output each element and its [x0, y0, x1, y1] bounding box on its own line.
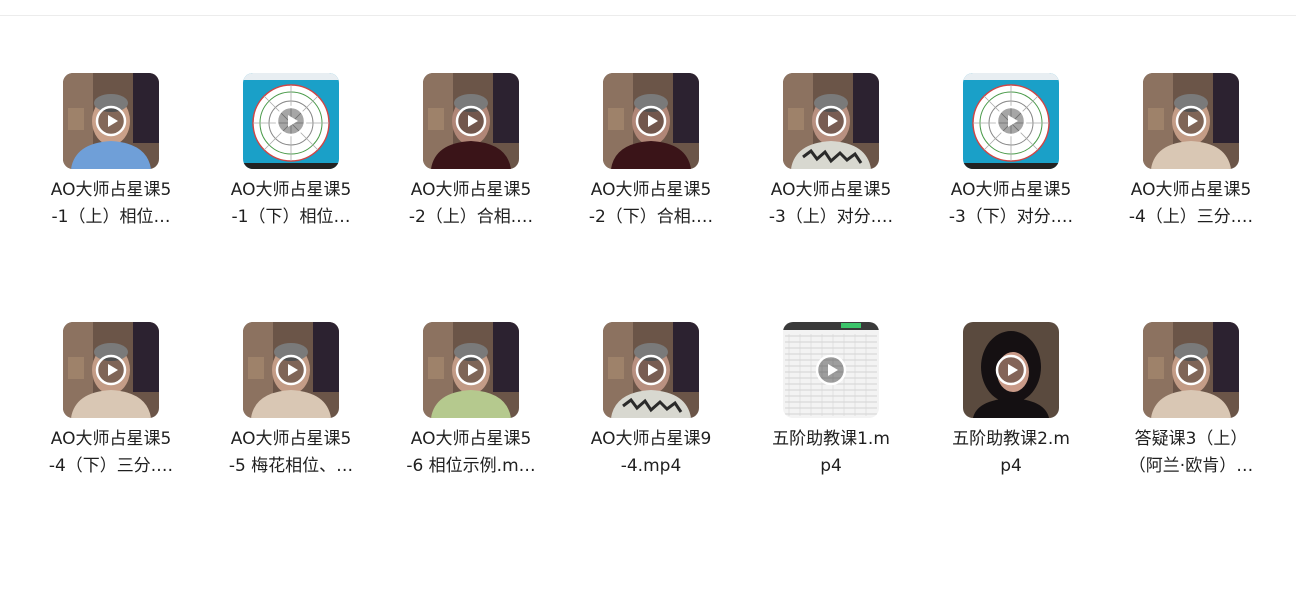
- file-item[interactable]: 五阶助教课2.m p4: [921, 322, 1101, 571]
- play-icon[interactable]: [275, 105, 307, 137]
- play-icon[interactable]: [995, 354, 1027, 386]
- file-item[interactable]: AO大师占星课5 -2（下）合相.…: [561, 73, 741, 322]
- play-icon[interactable]: [635, 105, 667, 137]
- file-item[interactable]: AO大师占星课5 -6 相位示例.m…: [381, 322, 561, 571]
- file-name: AO大师占星课5 -2（上）合相.…: [408, 180, 534, 227]
- video-thumbnail: [603, 73, 699, 169]
- top-divider: [0, 15, 1296, 16]
- file-name: 五阶助教课2.m p4: [952, 429, 1070, 476]
- file-item[interactable]: 答疑课3（上） （阿兰·欧肯）…: [1101, 322, 1281, 571]
- file-item[interactable]: AO大师占星课5 -3（下）对分.…: [921, 73, 1101, 322]
- video-thumbnail: [243, 73, 339, 169]
- file-name: AO大师占星课5 -5 梅花相位、…: [228, 429, 354, 476]
- video-thumbnail: [423, 73, 519, 169]
- file-name: AO大师占星课5 -3（下）对分.…: [948, 180, 1074, 227]
- file-item[interactable]: AO大师占星课5 -4（上）三分.…: [1101, 73, 1281, 322]
- file-name: 答疑课3（上） （阿兰·欧肯）…: [1128, 429, 1254, 476]
- play-icon[interactable]: [995, 105, 1027, 137]
- file-name: AO大师占星课5 -3（上）对分.…: [768, 180, 894, 227]
- file-item[interactable]: 五阶助教课1.m p4: [741, 322, 921, 571]
- file-grid: AO大师占星课5 -1（上）相位… AO大师占星课5 -1（下）相位… AO大师占星…: [21, 73, 1281, 571]
- video-thumbnail: [963, 73, 1059, 169]
- file-name: AO大师占星课5 -2（下）合相.…: [588, 180, 714, 227]
- file-name: AO大师占星课5 -6 相位示例.m…: [406, 429, 536, 476]
- play-icon[interactable]: [635, 354, 667, 386]
- file-item[interactable]: AO大师占星课5 -1（下）相位…: [201, 73, 381, 322]
- play-icon[interactable]: [1175, 354, 1207, 386]
- video-thumbnail: [1143, 73, 1239, 169]
- file-name: AO大师占星课9 -4.mp4: [590, 429, 712, 476]
- file-item[interactable]: AO大师占星课5 -1（上）相位…: [21, 73, 201, 322]
- play-icon[interactable]: [815, 354, 847, 386]
- video-thumbnail: [963, 322, 1059, 418]
- file-item[interactable]: AO大师占星课5 -2（上）合相.…: [381, 73, 561, 322]
- video-thumbnail: [243, 322, 339, 418]
- video-thumbnail: [783, 322, 879, 418]
- file-item[interactable]: AO大师占星课5 -4（下）三分.…: [21, 322, 201, 571]
- play-icon[interactable]: [1175, 105, 1207, 137]
- video-thumbnail: [603, 322, 699, 418]
- video-thumbnail: [63, 322, 159, 418]
- file-item[interactable]: AO大师占星课5 -5 梅花相位、…: [201, 322, 381, 571]
- play-icon[interactable]: [95, 354, 127, 386]
- file-name: AO大师占星课5 -1（上）相位…: [50, 180, 172, 227]
- play-icon[interactable]: [455, 354, 487, 386]
- video-thumbnail: [1143, 322, 1239, 418]
- video-thumbnail: [783, 73, 879, 169]
- file-row: AO大师占星课5 -4（下）三分.… AO大师占星课5 -5 梅花相位、… AO大师…: [21, 322, 1281, 571]
- video-thumbnail: [423, 322, 519, 418]
- file-item[interactable]: AO大师占星课5 -3（上）对分.…: [741, 73, 921, 322]
- play-icon[interactable]: [95, 105, 127, 137]
- file-item[interactable]: AO大师占星课9 -4.mp4: [561, 322, 741, 571]
- play-icon[interactable]: [815, 105, 847, 137]
- file-row: AO大师占星课5 -1（上）相位… AO大师占星课5 -1（下）相位… AO大师占星…: [21, 73, 1281, 322]
- play-icon[interactable]: [455, 105, 487, 137]
- file-name: AO大师占星课5 -1（下）相位…: [230, 180, 352, 227]
- video-thumbnail: [63, 73, 159, 169]
- file-name: AO大师占星课5 -4（下）三分.…: [48, 429, 174, 476]
- file-name: 五阶助教课1.m p4: [772, 429, 890, 476]
- play-icon[interactable]: [275, 354, 307, 386]
- file-name: AO大师占星课5 -4（上）三分.…: [1128, 180, 1254, 227]
